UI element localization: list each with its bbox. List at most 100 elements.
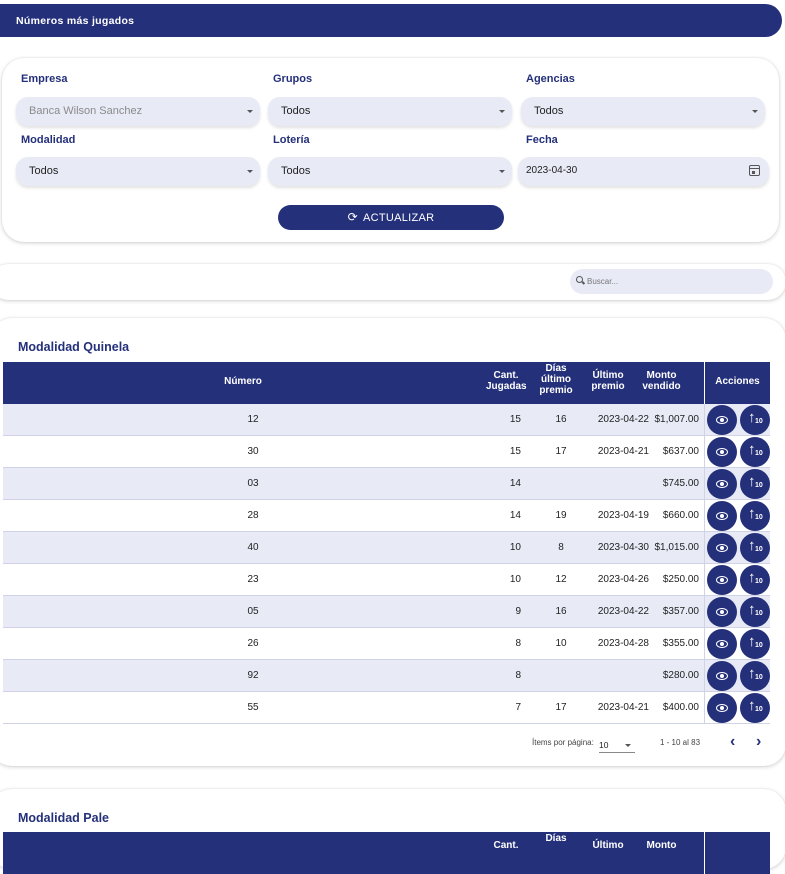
loteria-select[interactable]: Todos bbox=[268, 157, 512, 186]
col-cant-line1: Cant. bbox=[493, 370, 519, 381]
modalidad-select[interactable]: Todos bbox=[16, 157, 260, 186]
top10-button[interactable]: ↑ 10 bbox=[740, 629, 770, 659]
calendar-icon[interactable] bbox=[749, 165, 760, 176]
cell-cant: 14 bbox=[509, 478, 521, 489]
eye-icon bbox=[716, 544, 728, 552]
chevron-right-icon[interactable]: › bbox=[756, 733, 761, 751]
ten-label: 10 bbox=[755, 514, 763, 521]
col-dias-line2: último bbox=[541, 374, 571, 385]
cell-dias: 16 bbox=[555, 414, 567, 425]
chevron-down-icon bbox=[247, 170, 253, 173]
cell-ultimo: 2023-04-22 bbox=[597, 606, 649, 617]
top10-button[interactable]: ↑ 10 bbox=[740, 693, 770, 723]
grupos-select[interactable]: Todos bbox=[268, 97, 512, 126]
view-button[interactable] bbox=[707, 661, 737, 691]
top10-button[interactable]: ↑ 10 bbox=[740, 565, 770, 595]
col-dias-line3: premio bbox=[539, 385, 573, 396]
cell-dias: 17 bbox=[555, 446, 567, 457]
view-button[interactable] bbox=[707, 565, 737, 595]
page-size-value: 10 bbox=[599, 740, 609, 750]
ten-label: 10 bbox=[755, 674, 763, 681]
fecha-input[interactable]: 2023-04-30 bbox=[518, 157, 769, 186]
actions-divider bbox=[704, 596, 705, 628]
view-button[interactable] bbox=[707, 597, 737, 627]
col-ultimo: Último premio bbox=[588, 370, 628, 392]
eye-icon bbox=[716, 576, 728, 584]
cell-numero: 40 bbox=[247, 542, 259, 553]
cell-monto: $745.00 bbox=[662, 478, 699, 489]
view-button[interactable] bbox=[707, 501, 737, 531]
items-per-page-label: Ítems por página: bbox=[532, 738, 594, 747]
view-button[interactable] bbox=[707, 405, 737, 435]
view-button[interactable] bbox=[707, 533, 737, 563]
chevron-down-icon bbox=[625, 744, 631, 747]
view-button[interactable] bbox=[707, 469, 737, 499]
col-ultimo: Último bbox=[588, 840, 628, 851]
view-button[interactable] bbox=[707, 693, 737, 723]
table-row: 40 10 8 2023-04-30 $1,015.00 ↑ 10 bbox=[3, 532, 770, 564]
col-monto-line2: vendido bbox=[642, 381, 681, 392]
table-row: 23 10 12 2023-04-26 $250.00 ↑ 10 bbox=[3, 564, 770, 596]
actions-divider bbox=[704, 692, 705, 724]
cell-dias: 19 bbox=[555, 510, 567, 521]
quinela-section: Modalidad Quinela Número Cant. Jugadas D… bbox=[0, 318, 785, 766]
pale-title: Modalidad Pale bbox=[18, 811, 109, 825]
chevron-down-icon bbox=[247, 110, 253, 113]
eye-icon bbox=[716, 448, 728, 456]
cell-cant: 8 bbox=[515, 638, 521, 649]
table-row: 55 7 17 2023-04-21 $400.00 ↑ 10 bbox=[3, 692, 770, 724]
actions-divider bbox=[704, 532, 705, 564]
col-dias: Días bbox=[536, 833, 576, 844]
fecha-label: Fecha bbox=[526, 134, 558, 146]
agencias-select[interactable]: Todos bbox=[521, 97, 765, 126]
actions-divider bbox=[704, 628, 705, 660]
top10-button[interactable]: ↑ 10 bbox=[740, 597, 770, 627]
top10-button[interactable]: ↑ 10 bbox=[740, 533, 770, 563]
cell-ultimo: 2023-04-30 bbox=[597, 542, 649, 553]
loteria-value: Todos bbox=[281, 165, 311, 177]
top10-button[interactable]: ↑ 10 bbox=[740, 405, 770, 435]
top10-button[interactable]: ↑ 10 bbox=[740, 501, 770, 531]
view-button[interactable] bbox=[707, 437, 737, 467]
page-size-select[interactable]: 10 bbox=[599, 740, 635, 753]
ten-label: 10 bbox=[755, 578, 763, 585]
col-monto: Monto vendido bbox=[639, 370, 684, 392]
actions-divider bbox=[704, 468, 705, 500]
cell-numero: 26 bbox=[247, 638, 259, 649]
col-cant-line1: Cant. bbox=[493, 840, 519, 851]
col-acciones: Acciones bbox=[715, 376, 760, 387]
cell-dias: 12 bbox=[555, 574, 567, 585]
agencias-label: Agencias bbox=[526, 73, 575, 85]
empresa-label: Empresa bbox=[21, 73, 68, 85]
empresa-value: Banca Wilson Sanchez bbox=[29, 105, 143, 117]
cell-ultimo: 2023-04-22 bbox=[597, 414, 649, 425]
top10-button[interactable]: ↑ 10 bbox=[740, 469, 770, 499]
cell-numero: 30 bbox=[247, 446, 259, 457]
col-monto-line1: Monto bbox=[646, 370, 677, 381]
empresa-select: Banca Wilson Sanchez bbox=[16, 97, 260, 126]
table-row: 92 8 $280.00 ↑ 10 bbox=[3, 660, 770, 692]
top10-button[interactable]: ↑ 10 bbox=[740, 437, 770, 467]
table-row: 12 15 16 2023-04-22 $1,007.00 ↑ 10 bbox=[3, 404, 770, 436]
chevron-left-icon[interactable]: ‹ bbox=[730, 733, 735, 751]
ten-label: 10 bbox=[755, 450, 763, 457]
search-icon bbox=[576, 276, 583, 283]
cell-cant: 10 bbox=[509, 574, 521, 585]
pale-table-header: Cant. Días Último Monto bbox=[3, 832, 770, 874]
cell-ultimo: 2023-04-19 bbox=[597, 510, 649, 521]
view-button[interactable] bbox=[707, 629, 737, 659]
table-row: 30 15 17 2023-04-21 $637.00 ↑ 10 bbox=[3, 436, 770, 468]
quinela-table-header: Número Cant. Jugadas Días último premio … bbox=[3, 362, 770, 404]
col-monto: Monto bbox=[639, 840, 684, 851]
search-input[interactable]: Buscar... bbox=[570, 269, 773, 294]
table-row: 28 14 19 2023-04-19 $660.00 ↑ 10 bbox=[3, 500, 770, 532]
col-cant-line2: Jugadas bbox=[486, 381, 527, 392]
cell-monto: $280.00 bbox=[662, 670, 699, 681]
top10-button[interactable]: ↑ 10 bbox=[740, 661, 770, 691]
cell-numero: 12 bbox=[247, 414, 259, 425]
cell-ultimo: 2023-04-28 bbox=[597, 638, 649, 649]
filters-card: Empresa Banca Wilson Sanchez Grupos Todo… bbox=[2, 58, 779, 242]
cell-dias: 17 bbox=[555, 702, 567, 713]
eye-icon bbox=[716, 704, 728, 712]
update-button[interactable]: ⟳ ACTUALIZAR bbox=[278, 205, 504, 230]
